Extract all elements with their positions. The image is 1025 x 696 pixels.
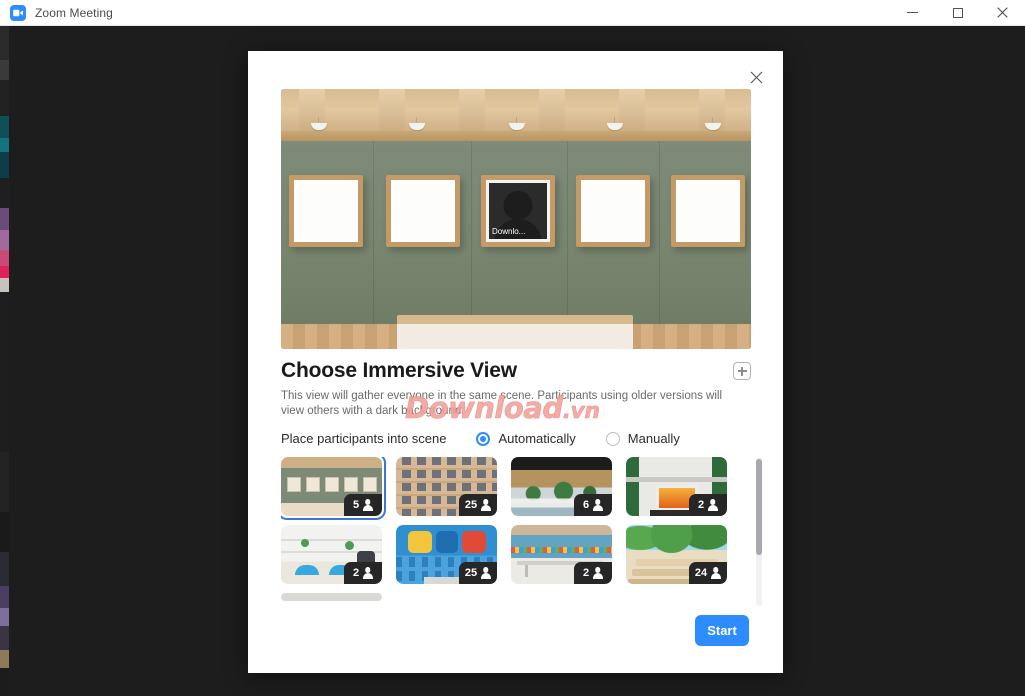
person-icon xyxy=(710,567,721,579)
participant-frame-2 xyxy=(386,175,460,247)
capacity-badge: 6 xyxy=(574,494,612,516)
maximize-icon xyxy=(952,7,963,18)
thumbnail-scrollbar[interactable] xyxy=(756,457,762,606)
radio-button-icon xyxy=(605,431,620,446)
person-icon xyxy=(362,499,373,511)
radio-automatically[interactable]: Automatically xyxy=(476,431,576,446)
radio-button-icon xyxy=(476,431,491,446)
page-title: Choose Immersive View xyxy=(281,359,517,382)
scene-preview: Downlo... xyxy=(281,89,751,349)
dialog-description: This view will gather everyone in the sa… xyxy=(281,390,723,417)
participant-frame-3-occupied: Downlo... xyxy=(481,175,555,247)
scene-thumbnail-modern-lounge[interactable]: 6 xyxy=(511,457,612,516)
placement-label: Place participants into scene xyxy=(281,431,447,446)
radio-manually-label: Manually xyxy=(627,431,680,446)
person-icon xyxy=(480,499,491,511)
immersive-view-dialog: Downlo... Choose Immersive View This vie… xyxy=(248,51,783,673)
capacity-count: 2 xyxy=(352,567,360,579)
participant-frame-5 xyxy=(671,175,745,247)
capacity-badge: 25 xyxy=(459,562,497,584)
close-icon xyxy=(750,71,762,83)
capacity-count: 2 xyxy=(582,567,590,579)
dialog-header: Choose Immersive View xyxy=(281,359,751,383)
person-icon xyxy=(707,499,718,511)
capacity-count: 6 xyxy=(582,499,590,511)
person-icon xyxy=(592,567,603,579)
person-icon xyxy=(480,567,491,579)
add-scene-icon[interactable] xyxy=(733,362,751,380)
scene-thumbnail-auditorium[interactable]: 25 xyxy=(396,457,497,516)
radio-manually[interactable]: Manually xyxy=(605,431,680,446)
scene-thumbnail-conference-hall[interactable]: 2 xyxy=(511,525,612,584)
scene-thumbnail-art-gallery[interactable]: 5 xyxy=(281,457,386,520)
scene-thumbnail-tropical-lecture-hall[interactable]: 24 xyxy=(626,525,727,584)
background-window-edge xyxy=(0,26,9,696)
maximize-button[interactable] xyxy=(935,0,980,26)
gallery-desk xyxy=(397,315,633,349)
person-icon xyxy=(362,567,373,579)
capacity-count: 25 xyxy=(464,499,478,511)
capacity-badge: 25 xyxy=(459,494,497,516)
zoom-app-window: Zoom Meeting Downlo... Choose Immersive … xyxy=(0,0,1025,696)
participant-frame-1 xyxy=(289,175,363,247)
window-titlebar: Zoom Meeting xyxy=(0,0,1025,26)
minimize-icon xyxy=(907,12,918,13)
minimize-button[interactable] xyxy=(890,0,935,26)
placement-options: Place participants into scene Automatica… xyxy=(281,431,680,446)
start-button[interactable]: Start xyxy=(695,615,749,646)
window-title: Zoom Meeting xyxy=(35,5,113,20)
capacity-count: 5 xyxy=(352,499,360,511)
participant-frame-4 xyxy=(576,175,650,247)
avatar-head-icon xyxy=(503,191,533,220)
window-close-button[interactable] xyxy=(980,0,1025,26)
ceiling-rail xyxy=(281,131,751,141)
capacity-badge: 24 xyxy=(689,562,727,584)
capacity-count: 24 xyxy=(694,567,708,579)
capacity-badge: 5 xyxy=(344,494,382,516)
scene-thumbnail-partial[interactable] xyxy=(281,593,382,601)
person-icon xyxy=(592,499,603,511)
scrollbar-thumb[interactable] xyxy=(756,459,762,555)
scene-thumbnail-bright-studio[interactable]: 2 xyxy=(281,525,382,584)
dialog-close-button[interactable] xyxy=(743,64,769,90)
capacity-badge: 2 xyxy=(689,494,727,516)
zoom-camera-icon xyxy=(10,4,26,21)
capacity-badge: 2 xyxy=(574,562,612,584)
capacity-badge: 2 xyxy=(344,562,382,584)
scene-thumbnail-list[interactable]: 5 25 6 2 2 25 2 24 xyxy=(281,457,751,606)
capacity-count: 25 xyxy=(464,567,478,579)
scene-thumbnail-fireplace[interactable]: 2 xyxy=(626,457,727,516)
scene-thumbnail-colorful-classroom[interactable]: 25 xyxy=(396,525,497,584)
radio-automatically-label: Automatically xyxy=(498,431,576,446)
participant-name-tag: Downlo... xyxy=(492,227,526,236)
close-icon xyxy=(997,7,1008,18)
capacity-count: 2 xyxy=(697,499,705,511)
